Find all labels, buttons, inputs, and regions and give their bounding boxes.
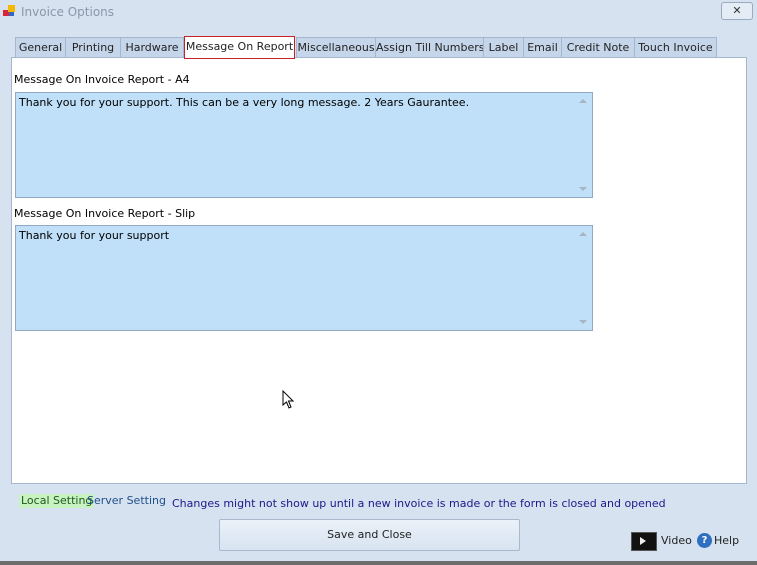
server-setting-legend: Server Setting [87,494,166,507]
help-link[interactable]: Help [714,534,739,547]
tab-label[interactable]: Label [483,37,524,57]
tab-hardware[interactable]: Hardware [120,37,184,57]
tab-email[interactable]: Email [523,37,562,57]
tab-assign-till-numbers[interactable]: Assign Till Numbers [375,37,484,57]
slip-message-text: Thank you for your support [19,229,170,242]
save-and-close-button[interactable]: Save and Close [219,519,520,551]
help-icon[interactable]: ? [697,533,712,548]
app-icon [3,5,15,16]
a4-scrollbar[interactable] [575,93,592,197]
a4-message-textarea[interactable]: Thank you for your support. This can be … [15,92,593,198]
a4-message-label: Message On Invoice Report - A4 [14,73,190,86]
tab-printing[interactable]: Printing [65,37,121,57]
tab-touch-invoice[interactable]: Touch Invoice [634,37,717,57]
tab-credit-note[interactable]: Credit Note [561,37,635,57]
a4-message-text: Thank you for your support. This can be … [19,96,470,109]
slip-message-label: Message On Invoice Report - Slip [14,207,196,220]
window-bottom-border [0,561,757,565]
local-setting-legend: Local Setting [19,494,95,508]
scroll-up-icon[interactable] [579,232,587,236]
video-link[interactable]: Video [661,534,692,547]
scroll-down-icon[interactable] [579,187,587,191]
slip-message-textarea[interactable]: Thank you for your support [15,225,593,331]
scroll-down-icon[interactable] [579,320,587,324]
video-icon[interactable] [631,532,657,551]
title-bar: Invoice Options ✕ [0,0,757,26]
tab-general[interactable]: General [15,37,66,57]
mouse-cursor-icon [282,390,295,409]
slip-scrollbar[interactable] [575,226,592,330]
scroll-up-icon[interactable] [579,99,587,103]
tab-miscellaneous[interactable]: Miscellaneous [296,37,376,57]
close-button[interactable]: ✕ [721,2,753,20]
window-title: Invoice Options [21,5,115,19]
tab-message-on-report[interactable]: Message On Report [184,36,295,59]
changes-note: Changes might not show up until a new in… [172,497,666,510]
